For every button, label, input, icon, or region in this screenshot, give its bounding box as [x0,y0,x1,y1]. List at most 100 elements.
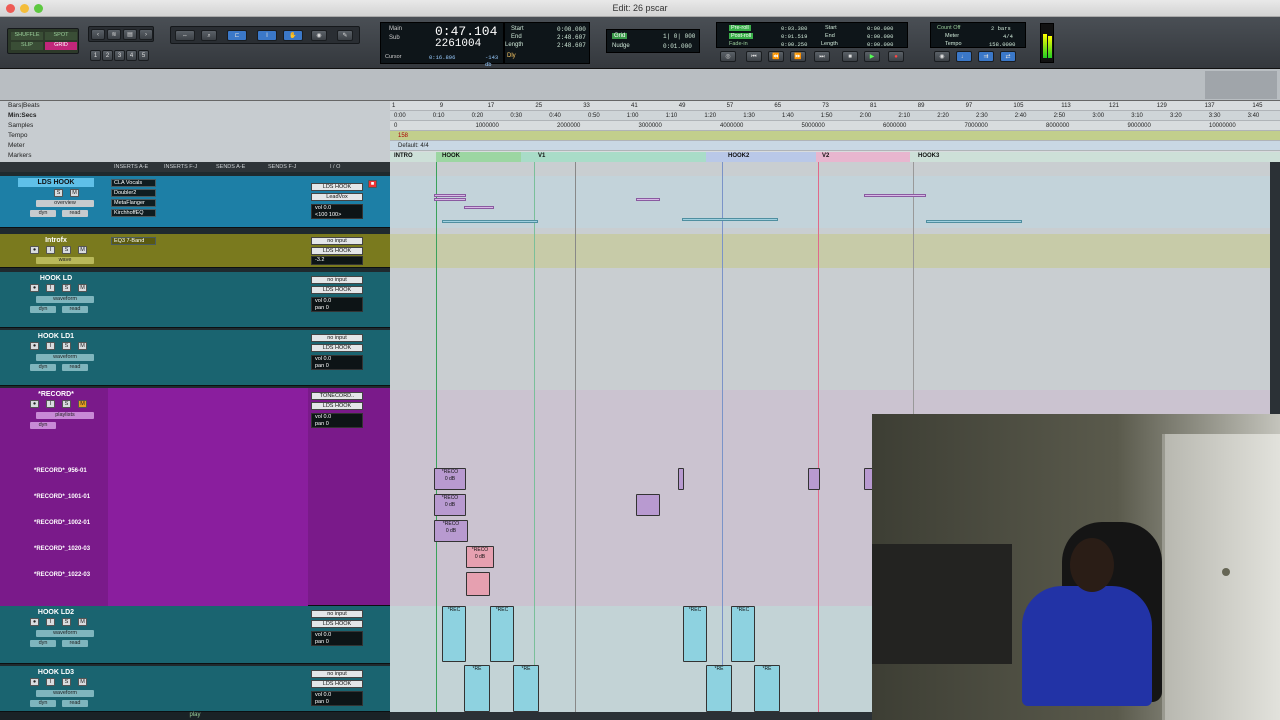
playlist-lane-name[interactable]: *RECORD*_1001-01 [34,494,90,500]
sel-start-value[interactable]: 0:00.000 [557,26,586,33]
output-selector[interactable]: LDS HOOK [311,247,363,255]
track-view-selector[interactable]: waveform [36,690,94,697]
wait-for-note-icon[interactable]: ◉ [934,51,950,62]
markers-ruler[interactable]: INTRO HOOK V1 HOOK2 V2 HOOK3 [390,152,1280,162]
automation-mode[interactable]: read [62,306,88,313]
ruler-label-samples[interactable]: Samples [8,122,33,129]
samples-ruler[interactable]: 0 1000000 2000000 3000000 4000000 5000000 6000… [390,121,1280,131]
grid-mode-button[interactable]: GRID [45,42,77,50]
track-hook-ld2[interactable]: HOOK LD2 ● I S M waveform dyn read no in… [0,606,390,664]
mute-button[interactable]: M [78,618,87,626]
mute-button[interactable]: M [78,342,87,350]
tempo-ruler[interactable]: 158 [390,131,1280,141]
track-name[interactable]: HOOK LD3 [18,668,94,677]
rec-button[interactable]: ● [30,618,39,626]
track-lds-hook[interactable]: LDS HOOK S M overview dyn read CLA Vocal… [0,176,390,228]
overview-visible-window[interactable] [1205,71,1277,99]
track-name[interactable]: HOOK LD1 [18,332,94,341]
midi-note[interactable] [464,206,494,209]
track-mode[interactable]: dyn [30,364,56,371]
ruler-label-tempo[interactable]: Tempo [8,132,28,139]
universe-overview[interactable] [0,69,1280,101]
volume-pan-display[interactable]: vol 0.0 pan 0 [311,631,363,646]
insert-slot-b[interactable]: Doubler2 [111,189,156,197]
marker-v1[interactable]: V1 [538,153,545,159]
solo-button[interactable]: S [62,342,71,350]
sel-end-value[interactable]: 2:48.607 [557,34,586,41]
playlist-lane-name[interactable]: *RECORD*_956-01 [34,468,87,474]
output-selector[interactable]: LeadVox [311,193,363,201]
grid-value[interactable]: 1| 0| 000 [663,33,695,40]
audio-clip[interactable]: *REC [490,606,514,662]
fast-forward-icon[interactable]: ⏩ [790,51,806,62]
trim-tool-icon[interactable]: ⊏ [227,30,247,41]
automation-mode[interactable]: read [62,210,88,217]
insert-slot-d[interactable]: KirchhoffEQ [111,209,156,217]
minsecs-ruler[interactable]: 0:00 0:10 0:20 0:30 0:40 0:50 1:00 1:10 1:20 1:30… [390,111,1280,121]
pan-value[interactable]: pan 0 [315,421,329,427]
stop-icon[interactable]: ■ [842,51,858,62]
input-selector[interactable]: no input [311,276,363,284]
track-hook-ld1[interactable]: HOOK LD1 ● I S M waveform dyn read no in… [0,330,390,386]
rec-button[interactable]: ● [30,246,39,254]
solo-button[interactable]: S [62,246,71,254]
rewind-icon[interactable]: ⏪ [768,51,784,62]
playlist-lane-name[interactable]: *RECORD*_1020-03 [34,546,90,552]
audio-clip[interactable]: *REC [683,606,707,662]
pan-value[interactable]: pan 0 [315,639,329,645]
transport-start-value[interactable]: 0:00.000 [867,25,893,32]
return-to-zero-icon[interactable]: ⏮ [746,51,762,62]
track-mode[interactable]: dyn [30,700,56,707]
marker-hook2[interactable]: HOOK2 [728,153,749,159]
count-off-button[interactable]: Count Off [937,25,960,31]
audio-clip[interactable]: *RECO 0 dB [466,546,494,568]
track-name[interactable]: Introfx [18,236,94,245]
ruler-label-minsecs[interactable]: Min:Secs [8,112,37,119]
scrubber-tool-icon[interactable]: ◉ [311,30,327,41]
solo-button[interactable]: S [62,618,71,626]
pan-value[interactable]: pan 0 [315,305,329,311]
marker-v2[interactable]: V2 [822,153,829,159]
input-selector[interactable]: no input [311,610,363,618]
output-selector[interactable]: LDS HOOK [311,680,363,688]
input-monitor-button[interactable]: I [46,618,55,626]
postroll-value[interactable]: 0:01.519 [781,33,807,40]
zoom-in-icon[interactable]: › [139,29,153,40]
pan-value[interactable]: pan 0 [315,363,329,369]
input-monitor-button[interactable]: I [46,400,55,408]
marker-hook3[interactable]: HOOK3 [918,153,939,159]
pan-value[interactable]: pan 0 [315,699,329,705]
slip-mode-button[interactable]: SLIP [11,42,43,50]
track-view-selector[interactable]: waveform [36,296,94,303]
zoom-out-icon[interactable]: ‹ [91,29,105,40]
zoom-preset-2[interactable]: 2 [102,50,113,61]
input-selector[interactable]: no input [311,334,363,342]
metronome-icon[interactable]: ♩ [956,51,972,62]
fadein-value[interactable]: 0:00.250 [781,41,807,48]
insert-slot-c[interactable]: MetaFlanger [111,199,156,207]
audio-clip[interactable] [808,468,820,490]
count-off-bars[interactable]: 2 bars [991,25,1011,32]
midi-note[interactable] [682,218,778,221]
input-selector[interactable]: LDS HOOK [311,183,363,191]
midi-note[interactable] [636,198,660,201]
track-mode[interactable]: dyn [30,422,56,429]
fadein-button[interactable]: Fade-in [729,41,748,47]
marker-hook[interactable]: HOOK [442,153,460,159]
solo-button[interactable]: S [62,284,71,292]
track-hook-ld[interactable]: HOOK LD ● I S M waveform dyn read no inp… [0,272,390,328]
audio-clip[interactable]: *REC [442,606,466,662]
mute-button[interactable]: M [78,678,87,686]
marker-intro[interactable]: INTRO [394,153,413,159]
pan-value[interactable]: <100 100> [315,212,341,218]
bars-ruler[interactable]: 1 9 17 25 33 41 49 57 65 73 81 89 97 105 113 121 129 137 1… [390,101,1280,111]
mute-button[interactable]: M [78,284,87,292]
meter-value[interactable]: 4/4 [1003,33,1013,40]
ruler-label-markers[interactable]: Markers [8,152,31,159]
zoom-preset-3[interactable]: 3 [114,50,125,61]
midi-note[interactable] [864,194,926,197]
output-selector[interactable]: LDS HOOK [311,286,363,294]
ruler-label-meter[interactable]: Meter [8,142,25,149]
meter-ruler[interactable]: Default: 4/4 [390,141,1280,151]
input-selector[interactable]: no input [311,670,363,678]
